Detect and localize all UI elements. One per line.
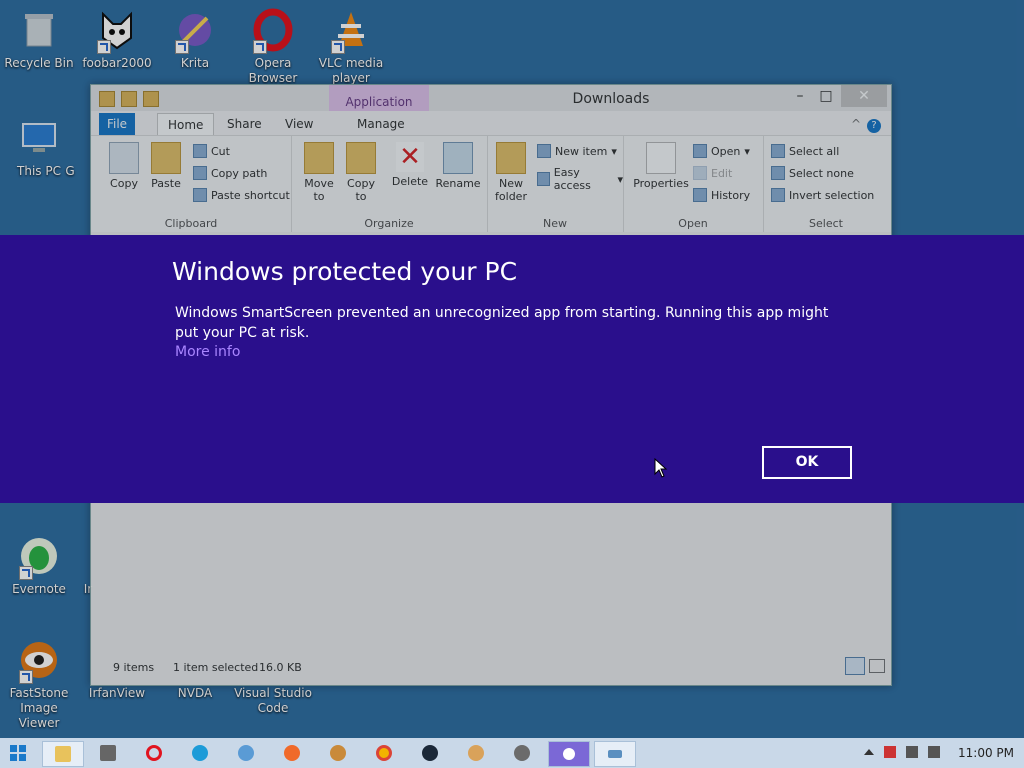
windows-logo-icon — [10, 745, 26, 761]
taskbar-app-4[interactable] — [502, 741, 542, 765]
taskbar-app-2[interactable] — [318, 741, 358, 765]
firefox-icon — [284, 745, 300, 761]
mouse-cursor-icon — [654, 457, 668, 482]
network-icon[interactable] — [906, 746, 918, 758]
app-icon — [468, 745, 484, 761]
keyboard-icon — [608, 750, 622, 758]
app-icon — [238, 745, 254, 761]
more-info-link[interactable]: More info — [175, 344, 240, 360]
show-hidden-icons-icon[interactable] — [864, 749, 874, 755]
steam-icon — [422, 745, 438, 761]
opera-icon — [146, 745, 162, 761]
chrome-icon — [376, 745, 392, 761]
taskbar-opera[interactable] — [134, 741, 174, 765]
edge-icon — [192, 745, 208, 761]
volume-icon[interactable] — [928, 746, 940, 758]
taskbar-chrome[interactable] — [364, 741, 404, 765]
dialog-message: Windows SmartScreen prevented an unrecog… — [175, 305, 829, 341]
taskbar-firefox[interactable] — [272, 741, 312, 765]
ok-button[interactable]: OK — [762, 446, 852, 479]
taskbar-edge[interactable] — [180, 741, 220, 765]
taskbar-app[interactable] — [88, 741, 128, 765]
taskbar-steam[interactable] — [410, 741, 450, 765]
app-icon — [330, 745, 346, 761]
clapper-icon — [100, 745, 116, 761]
system-tray — [864, 746, 940, 758]
taskbar-foobar[interactable] — [226, 741, 266, 765]
taskbar-settings[interactable] — [548, 741, 590, 767]
dialog-title: Windows protected your PC — [172, 257, 518, 286]
clock[interactable]: 11:00 PM — [958, 746, 1014, 760]
taskbar-keyboard[interactable] — [594, 741, 636, 767]
app-icon — [514, 745, 530, 761]
gear-icon — [563, 748, 575, 760]
action-center-icon[interactable] — [884, 746, 896, 758]
taskbar-app-3[interactable] — [456, 741, 496, 765]
start-button[interactable] — [10, 745, 26, 761]
smartscreen-dialog: Windows protected your PC Windows SmartS… — [0, 235, 1024, 503]
file-explorer-icon — [55, 746, 71, 762]
taskbar: 11:00 PM — [0, 738, 1024, 768]
taskbar-file-explorer[interactable] — [42, 741, 84, 767]
